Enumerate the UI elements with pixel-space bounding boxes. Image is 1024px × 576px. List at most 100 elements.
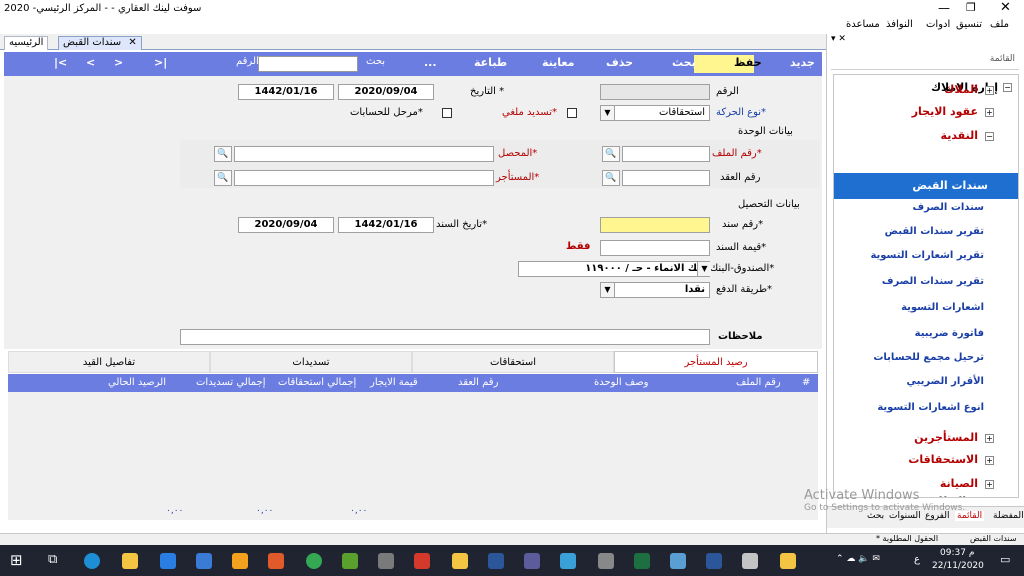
app-icon[interactable] [232, 553, 248, 569]
nav-next-button[interactable]: > [114, 56, 123, 69]
file-no-field[interactable] [622, 146, 710, 162]
system-tray-icons[interactable]: ⌃ ☁ 🔈 ✉ [836, 554, 880, 564]
print-button[interactable]: طباعة [474, 56, 507, 69]
tenant-field[interactable] [234, 170, 494, 186]
menu-format[interactable]: تنسيق [956, 19, 982, 30]
app-icon[interactable] [342, 553, 358, 569]
nav-last-button[interactable]: |< [54, 56, 67, 69]
app-icon[interactable] [488, 553, 504, 569]
app-icon[interactable] [524, 553, 540, 569]
menu-tools[interactable]: ادوات [926, 19, 950, 30]
file-no-lookup-icon[interactable]: 🔍 [602, 146, 620, 162]
store-icon[interactable] [160, 553, 176, 569]
expand-icon[interactable]: + [985, 480, 994, 489]
tree-item[interactable]: انوع اشعارات التسوية [877, 397, 984, 419]
tab-entry-details[interactable]: تفاصيل القيد [8, 351, 210, 373]
tab-home[interactable]: الرئيسيه [4, 36, 49, 50]
collector-lookup-icon[interactable]: 🔍 [214, 146, 232, 162]
app-icon[interactable] [742, 553, 758, 569]
minimize-button[interactable]: — [938, 1, 950, 15]
edge-browser-icon[interactable] [84, 553, 100, 569]
app-icon[interactable] [670, 553, 686, 569]
voucher-date-hijri-field[interactable]: 1442/01/16 [338, 217, 434, 233]
softlink-app-icon[interactable] [780, 553, 796, 569]
tree-item[interactable]: ترحيل مجمع للحسابات [873, 347, 984, 369]
tree-item[interactable]: سندات الصرف [912, 197, 984, 219]
excel-icon[interactable] [634, 553, 650, 569]
tree-item[interactable]: اشعارات التسوية [901, 297, 984, 319]
app-icon[interactable] [598, 553, 614, 569]
expand-icon[interactable]: + [985, 108, 994, 117]
contract-no-lookup-icon[interactable]: 🔍 [602, 170, 620, 186]
mail-icon[interactable] [196, 553, 212, 569]
new-button[interactable]: جديد [790, 56, 815, 69]
chrome-icon[interactable] [306, 553, 322, 569]
contract-no-field[interactable] [622, 170, 710, 186]
notifications-icon[interactable]: ▭ [1000, 553, 1010, 566]
close-window-button[interactable]: ✕ [1000, 0, 1011, 15]
tree-item[interactable]: الاستحقاقات [908, 449, 978, 471]
movement-type-select[interactable]: استحقاقات ▼ [600, 105, 710, 121]
tree-item[interactable]: الأقرار الضريبي [906, 371, 984, 393]
app-icon[interactable] [452, 553, 468, 569]
tab-dues[interactable]: استحقاقات [412, 351, 614, 373]
nav-first-button[interactable]: >| [154, 56, 167, 69]
tab-tenant-balance[interactable]: رصيد المستأجر [614, 351, 818, 373]
menu-file[interactable]: ملف [990, 19, 1009, 30]
collector-field[interactable] [234, 146, 494, 162]
tree-item[interactable]: فاتورة ضريبية [915, 323, 984, 345]
expand-icon[interactable]: − [985, 132, 994, 141]
expand-icon[interactable]: + [985, 456, 994, 465]
tree-item[interactable]: سندات القبض [834, 173, 1018, 199]
search-button[interactable]: بحث [672, 56, 696, 69]
tree-item[interactable]: عقود الايجار [912, 101, 978, 123]
pane-options-icon[interactable]: ▾ ✕ [831, 34, 846, 44]
tab-payments[interactable]: تسديدات [210, 351, 412, 373]
tree-item[interactable]: النقدية [941, 125, 978, 147]
restore-button[interactable]: ❐ [966, 1, 976, 14]
tenant-lookup-icon[interactable]: 🔍 [214, 170, 232, 186]
tree-item[interactable]: تقرير سندات الصرف [882, 271, 984, 293]
more-button[interactable]: ... [424, 56, 437, 69]
app-icon[interactable] [378, 553, 394, 569]
preview-button[interactable]: معاينة [542, 56, 574, 69]
payment-method-select[interactable]: نقدا ▼ [600, 282, 710, 298]
file-explorer-icon[interactable] [122, 553, 138, 569]
col-rent-value: قيمة الايجار [370, 377, 418, 388]
app-icon[interactable] [560, 553, 576, 569]
tab-favorites[interactable]: المفضلة [993, 511, 1024, 521]
task-view-icon[interactable]: ⧉ [48, 552, 57, 567]
collapse-icon[interactable]: − [1003, 83, 1012, 92]
tree-item[interactable]: الملاك [944, 79, 978, 101]
language-indicator[interactable]: ع [914, 554, 920, 565]
voucher-value-field[interactable] [600, 240, 710, 256]
menu-windows[interactable]: النوافذ [886, 19, 913, 30]
cancelled-checkbox[interactable] [567, 108, 577, 118]
anydesk-icon[interactable] [414, 553, 430, 569]
delete-button[interactable]: حذف [606, 56, 633, 69]
tree-item[interactable]: المستأجرين [914, 427, 978, 449]
date-hijri-field[interactable]: 1442/01/16 [238, 84, 334, 100]
date-gregorian-field[interactable]: 2020/09/04 [338, 84, 434, 100]
tab-receipt-vouchers[interactable]: سندات القبض ✕ [58, 36, 142, 50]
word-icon[interactable] [706, 553, 722, 569]
tree-item[interactable]: تقرير اشعارات التسوية [870, 245, 984, 267]
voucher-no-field[interactable] [600, 217, 710, 233]
save-button[interactable]: حفظ [734, 56, 762, 69]
voucher-date-gregorian-field[interactable]: 2020/09/04 [238, 217, 334, 233]
app-icon[interactable] [268, 553, 284, 569]
tab-close-icon[interactable]: ✕ [128, 37, 136, 48]
search-go-button[interactable]: بحث [366, 56, 385, 67]
expand-icon[interactable]: + [985, 434, 994, 443]
record-number-input[interactable] [258, 56, 358, 72]
menu-help[interactable]: مساعدة [846, 19, 880, 30]
cancelled-label: *تسديد ملغي [502, 107, 557, 118]
cashbox-select[interactable]: بنك الانماء - حـ / ١١٩٠٠٠ ▼ [518, 261, 711, 277]
notes-field[interactable] [180, 329, 710, 345]
nav-prev-button[interactable]: < [86, 56, 95, 69]
windows-start-icon[interactable]: ⊞ [10, 551, 23, 569]
posted-checkbox[interactable] [442, 108, 452, 118]
expand-icon[interactable]: + [985, 86, 994, 95]
tree-item[interactable]: تقرير سندات القبض [885, 221, 984, 243]
receipt-form: الرقم * التاريخ 2020/09/04 1442/01/16 *ن… [4, 76, 822, 349]
